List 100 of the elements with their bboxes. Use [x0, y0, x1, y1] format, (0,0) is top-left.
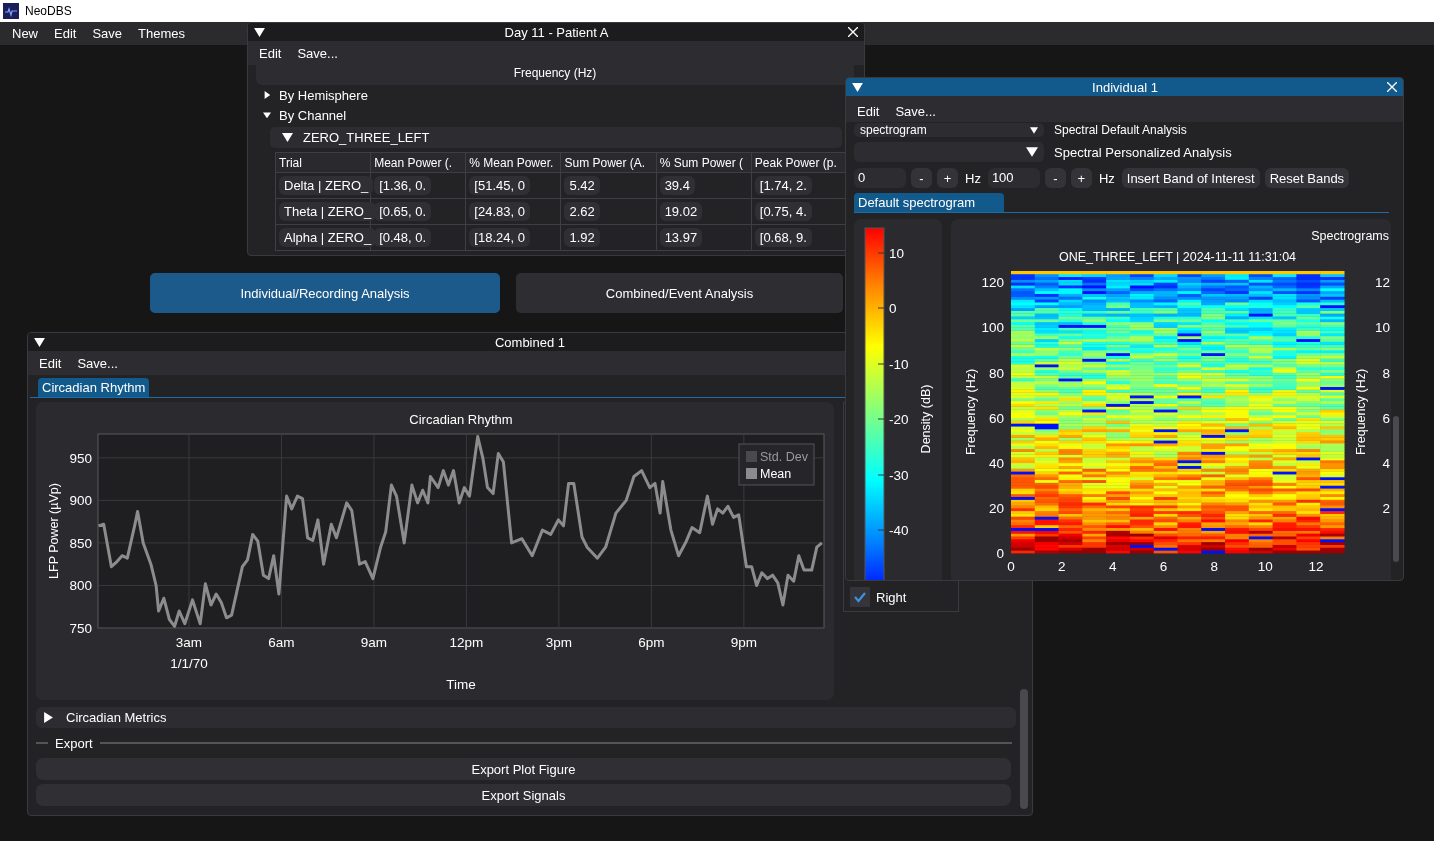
mode-tab[interactable]: Individual/Recording Analysis: [150, 273, 500, 313]
x-tick-label: 12: [1308, 559, 1324, 574]
table-cell: [1.36, 0.: [374, 176, 432, 195]
tree-node[interactable]: By Hemisphere: [248, 85, 368, 105]
colorbar-tick-label: 10: [889, 246, 905, 261]
tab[interactable]: Default spectrogram: [854, 193, 1004, 212]
table-cell: [51.45, 0: [469, 176, 530, 195]
y-tick-label: 20: [988, 500, 1004, 516]
table-cell: [1.74, 2.: [754, 176, 812, 195]
dropdown-label: Spectral Personalized Analysis: [1054, 144, 1232, 160]
export-button[interactable]: Export Signals: [36, 784, 1011, 806]
date-label: 1/1/70: [170, 656, 208, 671]
collapse-icon[interactable]: [852, 82, 863, 92]
collapse-icon[interactable]: [34, 337, 45, 347]
panel-title: Spectrograms: [1311, 229, 1389, 243]
legend-swatch[interactable]: [746, 468, 757, 479]
band-button[interactable]: -: [911, 168, 932, 188]
menu-item[interactable]: New: [4, 26, 46, 41]
y-axis-title: LFP Power (µVp): [47, 483, 61, 579]
column-header: Mean Power (.: [370, 152, 466, 173]
scrollbar[interactable]: [1020, 689, 1028, 809]
menu-item[interactable]: Save...: [887, 104, 944, 119]
band-button[interactable]: +: [937, 168, 958, 188]
menu-item[interactable]: Edit: [31, 355, 70, 371]
menu-item[interactable]: Save...: [289, 45, 346, 61]
table-cell: [0.75, 4.: [754, 202, 812, 221]
check-icon: [853, 590, 867, 604]
table-cell: [0.68, 9.: [754, 228, 812, 247]
collapse-icon[interactable]: [254, 27, 265, 37]
axis-label: Frequency (Hz): [513, 66, 597, 80]
table-cell: 39.4: [659, 176, 695, 195]
caret-icon: [1030, 126, 1038, 134]
window-title: Combined 1: [493, 334, 567, 350]
number-field[interactable]: 100: [987, 168, 1040, 188]
legend-label[interactable]: Mean: [760, 467, 792, 481]
table-cell: 19.02: [659, 202, 703, 221]
channel-header[interactable]: ZERO_THREE_LEFT: [270, 127, 842, 148]
table-cell: [0.65, 0.: [374, 202, 432, 221]
scrollbar[interactable]: [1393, 416, 1399, 562]
tab[interactable]: Circadian Rhythm: [38, 378, 150, 397]
section-header[interactable]: Circadian Metrics: [36, 707, 1016, 728]
column-header: Peak Power (p.: [751, 152, 847, 173]
tree-node[interactable]: By Channel: [248, 105, 347, 125]
close-icon[interactable]: [848, 27, 858, 37]
table-cell: 1.92: [564, 228, 600, 247]
table-cell: [0.48, 0.: [374, 228, 432, 247]
band-button[interactable]: Insert Band of Interest: [1121, 168, 1260, 188]
colorbar-tick-label: -30: [889, 468, 909, 483]
caret-icon: [1026, 147, 1038, 157]
y-tick-label: 80: [988, 365, 1004, 381]
menu-item[interactable]: Edit: [849, 104, 888, 119]
number-field[interactable]: 0: [854, 168, 906, 188]
table-cell: 2.62: [564, 202, 600, 221]
colorbar-tick-label: -40: [889, 523, 909, 538]
y-tick-label: 10: [1374, 320, 1390, 336]
y-axis-title: Frequency (Hz): [1354, 368, 1368, 456]
column-header: % Mean Power.: [465, 152, 561, 173]
band-button[interactable]: -: [1044, 168, 1066, 188]
band-button[interactable]: Reset Bands: [1264, 168, 1350, 188]
y-tick-label: 750: [69, 621, 92, 636]
mode-tab[interactable]: Combined/Event Analysis: [516, 273, 843, 313]
y-tick-label: 8: [1382, 365, 1390, 381]
x-tick-label: 0: [1007, 559, 1015, 574]
menu-item[interactable]: Save...: [69, 355, 126, 371]
y-tick-label: 100: [981, 320, 1004, 336]
menu-item[interactable]: Edit: [46, 26, 85, 41]
window-title: Individual 1: [1091, 79, 1159, 95]
band-button[interactable]: +: [1070, 168, 1092, 188]
column-header: % Sum Power (: [656, 152, 752, 173]
window-title: Day 11 - Patient A: [503, 24, 610, 40]
close-icon[interactable]: [1387, 82, 1397, 92]
table-cell: 5.42: [564, 176, 600, 195]
window-title-bar[interactable]: Day 11 - Patient A: [248, 23, 864, 41]
app-logo-icon: [3, 3, 19, 19]
menu-item[interactable]: Themes: [130, 26, 194, 41]
x-tick-label: 6: [1159, 559, 1168, 574]
x-tick-label: 3pm: [545, 635, 572, 650]
x-tick-label: 4: [1108, 559, 1117, 574]
legend-swatch[interactable]: [746, 451, 757, 462]
dropdown[interactable]: spectrogram: [854, 123, 1044, 137]
menu-item[interactable]: Edit: [251, 45, 290, 61]
x-tick-label: 8: [1210, 559, 1219, 574]
window-title-bar[interactable]: Individual 1: [846, 78, 1403, 96]
dropdown-label: Spectral Default Analysis: [1054, 123, 1187, 137]
y-tick-label: 40: [988, 455, 1004, 471]
y-tick-label: 4: [1382, 455, 1390, 471]
menu-item[interactable]: Save: [84, 26, 131, 41]
y-axis-title: Frequency (Hz): [964, 368, 978, 456]
y-tick-label: 850: [69, 535, 92, 551]
export-button[interactable]: Export Plot Figure: [36, 758, 1011, 780]
colorbar-title: Density (dB): [919, 384, 933, 454]
y-tick-label: 120: [981, 275, 1004, 291]
x-tick-label: 3am: [175, 635, 203, 650]
table-cell: Theta | ZERO_: [279, 202, 377, 221]
legend-label[interactable]: Std. Dev: [760, 450, 808, 464]
table-cell: [24.83, 0: [469, 202, 530, 221]
plot-title: ONE_THREE_LEFT | 2024-11-11 11:31:04: [1058, 250, 1297, 264]
x-tick-label: 6am: [268, 635, 295, 650]
checkbox[interactable]: [850, 587, 870, 607]
y-tick-label: 2: [1382, 500, 1390, 516]
